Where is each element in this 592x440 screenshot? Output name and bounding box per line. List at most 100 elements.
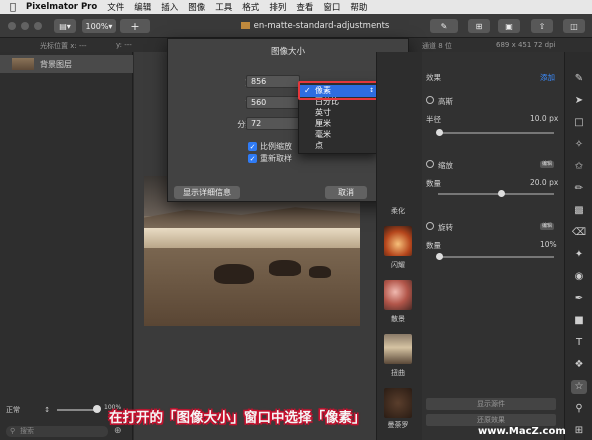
layers-search-input[interactable]: ⚲ 搜索 <box>6 426 108 437</box>
cancel-button[interactable]: 取消 <box>325 186 367 199</box>
photo-glow <box>144 228 360 248</box>
menu-item-tools[interactable]: 工具 <box>215 1 232 13</box>
menu-item-help[interactable]: 帮助 <box>350 1 367 13</box>
minimize-window-button[interactable] <box>21 22 29 30</box>
effect-label-glow: 闪耀 <box>391 261 405 269</box>
amount2-knob[interactable] <box>436 253 443 260</box>
text-tool-icon[interactable]: T <box>571 336 587 350</box>
color-select-icon[interactable]: ✩ <box>571 160 587 174</box>
menu-bar:  Pixelmator Pro 文件 编辑 插入 图像 工具 格式 排列 查看… <box>0 0 592 14</box>
cursor-y: y: --- <box>116 41 132 49</box>
zoom-tool-icon[interactable]: ⚲ <box>571 402 587 416</box>
effect-label-distort: 扭曲 <box>391 369 405 377</box>
crop-icon: ⊞ <box>475 21 483 31</box>
pen-icon: ✎ <box>440 21 448 31</box>
magic-tool-icon[interactable]: ❖ <box>571 358 587 372</box>
layer-row[interactable]: 背景图层 <box>0 55 133 73</box>
menu-item-arrange[interactable]: 排列 <box>269 1 286 13</box>
layer-thumbnail <box>12 58 34 70</box>
inspector-button[interactable]: ◫ <box>563 19 585 33</box>
resample-label: 重新取样 <box>260 154 292 163</box>
menu-item-insert[interactable]: 插入 <box>161 1 178 13</box>
close-window-button[interactable] <box>8 22 16 30</box>
zoom-value: 100% <box>85 21 109 31</box>
rotate-toggle[interactable] <box>426 222 434 230</box>
section-zoom[interactable]: 缩放 <box>438 160 453 171</box>
checkmark-icon: ✓ <box>248 154 257 163</box>
blend-mode-select[interactable]: 正常 ↕ <box>6 405 50 415</box>
opacity-knob[interactable] <box>93 405 101 413</box>
show-details-button[interactable]: 显示详细信息 <box>174 186 240 199</box>
horse-shape <box>269 260 301 276</box>
crop-button[interactable]: ⊞ <box>468 19 490 33</box>
effect-thumb-bokeh[interactable] <box>384 280 412 310</box>
apple-icon[interactable]:  <box>0 2 26 13</box>
gaussian-toggle[interactable] <box>426 96 434 104</box>
reset-effects-button[interactable]: 还原效果 <box>426 414 556 426</box>
amount-value[interactable]: 20.0 px <box>530 178 558 187</box>
adjust-button[interactable]: ▣ <box>498 19 520 33</box>
width-field[interactable]: 856 <box>246 75 300 88</box>
section-rotate[interactable]: 旋转 <box>438 222 453 233</box>
radius-knob[interactable] <box>436 129 443 136</box>
effect-thumb-distort[interactable] <box>384 334 412 364</box>
effect-thumb-mandala[interactable] <box>384 388 412 418</box>
add-effect-link[interactable]: 添加 <box>540 72 555 83</box>
erase-tool-icon[interactable]: ⌫ <box>571 226 587 240</box>
crop-tool-icon[interactable]: ⊞ <box>571 424 587 438</box>
menu-app-name[interactable]: Pixelmator Pro <box>26 2 97 12</box>
tools-sidebar: ✎ ➤ □ ✧ ✩ ✏ ▩ ⌫ ✦ ◉ ✒ ■ T ❖ ☆ ⚲ ⊞ <box>564 52 592 440</box>
unit-option-points[interactable]: 点 <box>299 140 377 152</box>
menu-item-view[interactable]: 查看 <box>296 1 313 13</box>
menu-item-window[interactable]: 窗口 <box>323 1 340 13</box>
share-button[interactable]: ⇧ <box>531 19 553 33</box>
add-layer-icon[interactable]: ⊕ <box>114 426 122 436</box>
amount2-value[interactable]: 10% <box>540 240 557 249</box>
view-toggle-button[interactable]: ▤▾ <box>54 19 76 33</box>
retouch-tool-icon[interactable]: ✦ <box>571 248 587 262</box>
amount-knob[interactable] <box>498 190 505 197</box>
zoom-select[interactable]: 100% ▾ <box>82 19 116 33</box>
menu-item-image[interactable]: 图像 <box>188 1 205 13</box>
effect-thumb-glow[interactable] <box>384 226 412 256</box>
edit-badge[interactable]: 编辑 <box>540 161 554 168</box>
menu-item-file[interactable]: 文件 <box>107 1 124 13</box>
horse-shape <box>309 266 331 278</box>
arrange-tool-icon[interactable]: ➤ <box>571 94 587 108</box>
pen-tool-icon[interactable]: ✒ <box>571 292 587 306</box>
search-icon: ⚲ <box>10 427 16 435</box>
add-button[interactable]: + <box>120 19 150 33</box>
paint-tool-icon[interactable]: ✏ <box>571 182 587 196</box>
gradient-tool-icon[interactable]: ▩ <box>571 204 587 218</box>
amount-slider[interactable] <box>438 193 554 195</box>
radius-value[interactable]: 10.0 px <box>530 114 558 123</box>
radius-slider[interactable] <box>438 132 554 134</box>
menu-item-edit[interactable]: 编辑 <box>134 1 151 13</box>
section-gaussian[interactable]: 高斯 <box>438 96 453 107</box>
zoom-toggle[interactable] <box>426 160 434 168</box>
proportional-checkbox[interactable]: ✓ 比例缩放 <box>248 141 292 152</box>
zoom-window-button[interactable] <box>34 22 42 30</box>
lasso-tool-icon[interactable]: ✧ <box>571 138 587 152</box>
resample-checkbox[interactable]: ✓ 重新取样 <box>248 153 292 164</box>
style-tool-icon[interactable]: ✎ <box>571 72 587 86</box>
sidebar-icon: ▤▾ <box>59 21 71 31</box>
resolution-field[interactable]: 72 <box>246 117 300 130</box>
effects-tool-icon[interactable]: ☆ <box>571 380 587 394</box>
photo-field <box>144 248 360 326</box>
shape-tool-icon[interactable]: ■ <box>571 314 587 328</box>
amount2-slider[interactable] <box>438 256 554 258</box>
color-adjust-icon[interactable]: ◉ <box>571 270 587 284</box>
show-source-button[interactable]: 显示源件 <box>426 398 556 410</box>
window-toolbar: ▤▾ 100% ▾ + en-matte-standard-adjustments… <box>0 14 592 38</box>
layer-name: 背景图层 <box>40 59 72 69</box>
edit-badge[interactable]: 编辑 <box>540 223 554 230</box>
tutorial-highlight-box <box>298 81 384 100</box>
effects-browser: 柔化 闪耀 散景 扭曲 曼荼罗 <box>376 52 422 440</box>
effect-label-mandala: 曼荼罗 <box>387 421 409 429</box>
format-button[interactable]: ✎ <box>430 19 458 33</box>
height-field[interactable]: 560 <box>246 96 300 109</box>
menu-item-format[interactable]: 格式 <box>242 1 259 13</box>
amount2-label: 数量 <box>426 241 441 250</box>
select-tool-icon[interactable]: □ <box>571 116 587 130</box>
